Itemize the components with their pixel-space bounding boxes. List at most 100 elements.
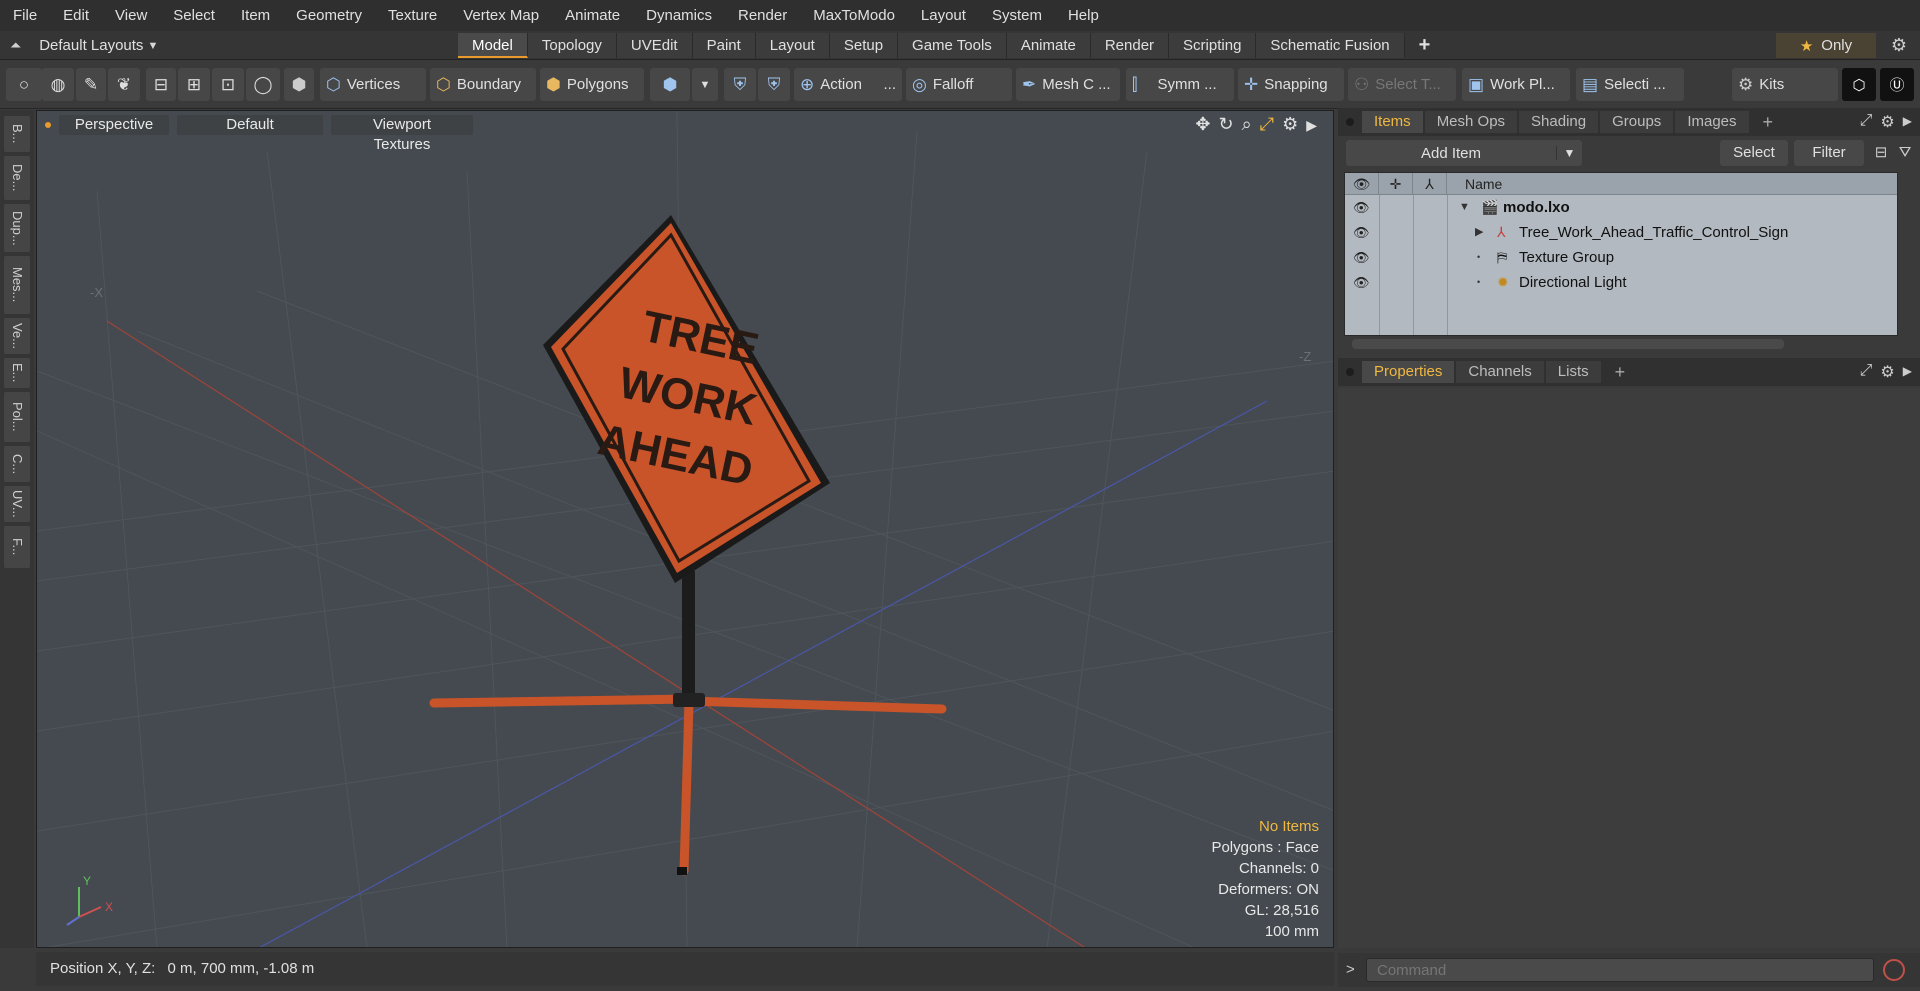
- material-button[interactable]: ⬢: [650, 68, 690, 101]
- tab-render[interactable]: Render: [1090, 33, 1170, 58]
- funnel-icon[interactable]: ⛛: [1894, 140, 1916, 166]
- left-tab-fusion[interactable]: F...: [4, 526, 30, 568]
- sphere-button[interactable]: ◯: [246, 68, 280, 101]
- tree-row-light[interactable]: 👁 • ✹ Directional Light: [1345, 270, 1897, 295]
- left-tab-deform[interactable]: De...: [4, 156, 30, 200]
- record-icon[interactable]: [1883, 959, 1905, 981]
- tab-setup[interactable]: Setup: [829, 33, 899, 58]
- shield-button-1[interactable]: ⛨: [724, 68, 756, 101]
- boundary-button[interactable]: ⬡ Boundary: [430, 68, 536, 101]
- expand-arrow-icon[interactable]: ▶: [1475, 220, 1483, 245]
- frame-button[interactable]: ⊡: [212, 68, 244, 101]
- maximize-icon[interactable]: ⤢: [1860, 362, 1873, 382]
- tab-images[interactable]: Images: [1675, 111, 1749, 133]
- tab-lists[interactable]: Lists: [1545, 361, 1601, 383]
- lock-column-icon[interactable]: ✛: [1379, 173, 1413, 195]
- left-tab-duplicate[interactable]: Dup...: [4, 204, 30, 252]
- add-item-button[interactable]: Add Item ▼: [1346, 140, 1582, 166]
- layout-dropdown[interactable]: ⏶ Default Layouts ▼: [10, 31, 158, 60]
- shading-mode-button[interactable]: Default: [177, 115, 323, 135]
- left-tab-basic[interactable]: B...: [4, 116, 30, 152]
- symmetry-button[interactable]: ⫿ Symm ...: [1126, 68, 1234, 101]
- eye-icon[interactable]: 👁: [1353, 220, 1370, 245]
- eye-icon[interactable]: 👁: [1353, 195, 1370, 220]
- left-tab-edge[interactable]: E...: [4, 358, 30, 388]
- tab-model[interactable]: Model: [458, 33, 528, 58]
- left-tab-uv[interactable]: UV...: [4, 486, 30, 522]
- pen-button[interactable]: ✎: [76, 68, 106, 101]
- vertices-button[interactable]: ⬡ Vertices: [320, 68, 426, 101]
- rotate-icon[interactable]: ↻: [1218, 114, 1233, 136]
- tab-shading[interactable]: Shading: [1519, 111, 1599, 133]
- play-icon[interactable]: ▶: [1306, 114, 1317, 136]
- chevron-down-icon[interactable]: ▼: [1556, 146, 1582, 160]
- menu-select[interactable]: Select: [160, 0, 228, 31]
- panel-menu-icon[interactable]: [1346, 368, 1354, 376]
- view-type-button[interactable]: Perspective: [59, 115, 169, 135]
- selection-sets-button[interactable]: ▤ Selecti ...: [1576, 68, 1684, 101]
- axes-column-icon[interactable]: ⅄: [1413, 173, 1447, 195]
- play-icon[interactable]: ▶: [1903, 362, 1912, 382]
- traffic-sign-model[interactable]: TREE WORK AHEAD: [429, 215, 947, 876]
- menu-render[interactable]: Render: [725, 0, 800, 31]
- item-mode-button[interactable]: ⬢: [284, 68, 314, 101]
- eye-icon[interactable]: 👁: [1353, 245, 1370, 270]
- filter-button[interactable]: Filter: [1794, 140, 1864, 166]
- add-panel-tab-button[interactable]: +: [1603, 361, 1638, 383]
- scrollbar-thumb[interactable]: [1352, 339, 1784, 349]
- tab-paint[interactable]: Paint: [692, 33, 756, 58]
- tab-layout[interactable]: Layout: [755, 33, 830, 58]
- shield-button-2[interactable]: ⛨: [758, 68, 790, 101]
- menu-texture[interactable]: Texture: [375, 0, 450, 31]
- material-dropdown[interactable]: ▼: [692, 68, 718, 101]
- viewport-textures-button[interactable]: Viewport Textures: [331, 115, 473, 153]
- tab-topology[interactable]: Topology: [527, 33, 617, 58]
- command-input[interactable]: [1366, 958, 1874, 982]
- unity-button[interactable]: ⬡: [1842, 68, 1876, 101]
- left-tab-mesh-edit[interactable]: Mes...: [4, 256, 30, 314]
- gear-icon[interactable]: ⚙: [1282, 114, 1298, 136]
- menu-animate[interactable]: Animate: [552, 0, 633, 31]
- viewport-options-icon[interactable]: [45, 122, 51, 128]
- only-button[interactable]: ★ Only: [1776, 33, 1876, 58]
- tab-groups[interactable]: Groups: [1600, 111, 1674, 133]
- lasso-button[interactable]: ❦: [108, 68, 140, 101]
- left-tab-polygon[interactable]: Pol...: [4, 392, 30, 442]
- name-column-header[interactable]: Name: [1447, 173, 1897, 195]
- menu-system[interactable]: System: [979, 0, 1055, 31]
- maximize-icon[interactable]: ⤢: [1260, 114, 1274, 136]
- 3d-viewport[interactable]: -X -Z TREE WORK AHEAD Perspective Defaul…: [36, 110, 1334, 948]
- menu-item[interactable]: Item: [228, 0, 283, 31]
- polygons-button[interactable]: ⬢ Polygons: [540, 68, 644, 101]
- select-through-button[interactable]: ⚇ Select T...: [1348, 68, 1456, 101]
- tab-scripting[interactable]: Scripting: [1169, 33, 1257, 58]
- mesh-constraint-button[interactable]: ✒ Mesh C ...: [1016, 68, 1120, 101]
- menu-geometry[interactable]: Geometry: [283, 0, 375, 31]
- falloff-button[interactable]: ◎ Falloff: [906, 68, 1012, 101]
- panel-menu-icon[interactable]: [1346, 118, 1354, 126]
- menu-maxtomodo[interactable]: MaxToModo: [800, 0, 908, 31]
- tree-row-scene[interactable]: 👁 ▼ 🎬 modo.lxo: [1345, 195, 1897, 220]
- globe-button[interactable]: ◍: [42, 68, 74, 101]
- menu-file[interactable]: File: [0, 0, 50, 31]
- collapse-up-icon[interactable]: ⏶: [10, 37, 21, 54]
- maximize-icon[interactable]: ⤢: [1860, 112, 1873, 132]
- play-icon[interactable]: ▶: [1903, 112, 1912, 132]
- tree-row-mesh[interactable]: 👁 ▶ ⅄ Tree_Work_Ahead_Traffic_Control_Si…: [1345, 220, 1897, 245]
- tab-uvedit[interactable]: UVEdit: [616, 33, 693, 58]
- gear-icon[interactable]: ⚙: [1884, 33, 1914, 58]
- action-button[interactable]: ⊕ Action...: [794, 68, 902, 101]
- item-list-scrollbar[interactable]: [1344, 337, 1898, 351]
- pan-icon[interactable]: ✥: [1195, 114, 1210, 136]
- left-tab-curve[interactable]: C...: [4, 446, 30, 482]
- collapse-icon[interactable]: ⊟: [1870, 140, 1892, 166]
- expand-arrow-icon[interactable]: ▼: [1459, 195, 1470, 220]
- kits-button[interactable]: ⚙ Kits: [1732, 68, 1838, 101]
- gear-icon[interactable]: ⚙: [1880, 362, 1894, 382]
- tab-items[interactable]: Items: [1362, 111, 1423, 133]
- tab-animate[interactable]: Animate: [1006, 33, 1091, 58]
- add-panel-tab-button[interactable]: +: [1751, 111, 1786, 133]
- menu-layout[interactable]: Layout: [908, 0, 979, 31]
- gear-icon[interactable]: ⚙: [1880, 112, 1894, 132]
- menu-view[interactable]: View: [102, 0, 160, 31]
